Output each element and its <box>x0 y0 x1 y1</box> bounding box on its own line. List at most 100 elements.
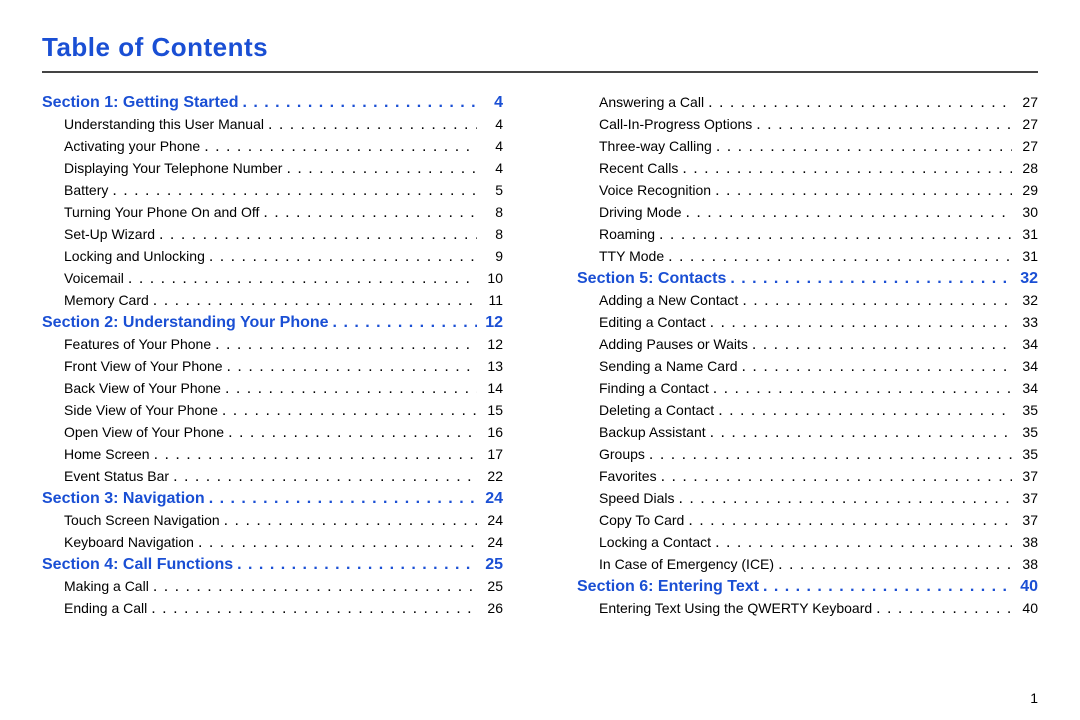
toc-section[interactable]: Section 3: Navigation24 <box>42 491 503 507</box>
leader-dots <box>128 271 477 287</box>
toc-entry[interactable]: Battery5 <box>42 183 503 199</box>
toc-entry[interactable]: Entering Text Using the QWERTY Keyboard4… <box>577 601 1038 617</box>
toc-entry[interactable]: Memory Card11 <box>42 293 503 309</box>
toc-label: Sending a Name Card <box>599 359 738 373</box>
leader-dots <box>716 139 1012 155</box>
toc-label: Front View of Your Phone <box>64 359 223 373</box>
toc-label: Section 3: Navigation <box>42 491 205 507</box>
toc-page: 13 <box>481 359 503 373</box>
toc-page: 28 <box>1016 161 1038 175</box>
toc-entry[interactable]: Front View of Your Phone 13 <box>42 359 503 375</box>
toc-entry[interactable]: Locking and Unlocking9 <box>42 249 503 265</box>
toc-entry[interactable]: Groups35 <box>577 447 1038 463</box>
toc-label: Keyboard Navigation <box>64 535 194 549</box>
toc-entry[interactable]: Editing a Contact33 <box>577 315 1038 331</box>
toc-entry[interactable]: Turning Your Phone On and Off8 <box>42 205 503 221</box>
toc-page: 4 <box>481 161 503 175</box>
toc-page: 37 <box>1016 513 1038 527</box>
toc-entry[interactable]: Activating your Phone4 <box>42 139 503 155</box>
toc-entry[interactable]: Answering a Call27 <box>577 95 1038 111</box>
toc-entry[interactable]: Voice Recognition29 <box>577 183 1038 199</box>
leader-dots <box>209 249 477 265</box>
leader-dots <box>286 161 477 177</box>
leader-dots <box>715 183 1012 199</box>
toc-label: Locking a Contact <box>599 535 711 549</box>
toc-entry[interactable]: Making a Call25 <box>42 579 503 595</box>
toc-entry[interactable]: Home Screen17 <box>42 447 503 463</box>
leader-dots <box>228 425 477 441</box>
toc-entry[interactable]: In Case of Emergency (ICE)38 <box>577 557 1038 573</box>
leader-dots <box>718 403 1012 419</box>
toc-entry[interactable]: Keyboard Navigation 24 <box>42 535 503 551</box>
toc-entry[interactable]: Locking a Contact38 <box>577 535 1038 551</box>
toc-entry[interactable]: Ending a Call26 <box>42 601 503 617</box>
title-rule <box>42 71 1038 73</box>
toc-entry[interactable]: Touch Screen Navigation24 <box>42 513 503 529</box>
toc-section[interactable]: Section 1: Getting Started4 <box>42 95 503 111</box>
leader-dots <box>710 315 1012 331</box>
toc-page: 16 <box>481 425 503 439</box>
toc-label: Touch Screen Navigation <box>64 513 220 527</box>
toc-page: 4 <box>481 117 503 131</box>
leader-dots <box>154 447 477 463</box>
toc-entry[interactable]: Speed Dials37 <box>577 491 1038 507</box>
toc-label: Roaming <box>599 227 655 241</box>
leader-dots <box>333 315 477 331</box>
toc-entry[interactable]: Copy To Card 37 <box>577 513 1038 529</box>
toc-page: 11 <box>481 293 503 307</box>
toc-entry[interactable]: Displaying Your Telephone Number 4 <box>42 161 503 177</box>
toc-page: 33 <box>1016 315 1038 329</box>
toc-entry[interactable]: Side View of Your Phone15 <box>42 403 503 419</box>
toc-entry[interactable]: Voicemail10 <box>42 271 503 287</box>
toc-entry[interactable]: Set-Up Wizard8 <box>42 227 503 243</box>
toc-page: 9 <box>481 249 503 263</box>
toc-page: 32 <box>1016 293 1038 307</box>
leader-dots <box>159 227 477 243</box>
toc-entry[interactable]: Open View of Your Phone16 <box>42 425 503 441</box>
toc-entry[interactable]: Adding Pauses or Waits34 <box>577 337 1038 353</box>
leader-dots <box>209 491 477 507</box>
toc-label: Features of Your Phone <box>64 337 211 351</box>
toc-entry[interactable]: Sending a Name Card34 <box>577 359 1038 375</box>
toc-entry[interactable]: Three-way Calling27 <box>577 139 1038 155</box>
toc-page: 40 <box>1016 579 1038 595</box>
toc-entry[interactable]: Call-In-Progress Options27 <box>577 117 1038 133</box>
toc-section[interactable]: Section 5: Contacts32 <box>577 271 1038 287</box>
toc-entry[interactable]: Back View of Your Phone14 <box>42 381 503 397</box>
toc-label: Activating your Phone <box>64 139 200 153</box>
toc-label: Copy To Card <box>599 513 684 527</box>
toc-page: 25 <box>481 557 503 573</box>
toc-entry[interactable]: Driving Mode30 <box>577 205 1038 221</box>
leader-dots <box>225 381 477 397</box>
toc-entry[interactable]: Deleting a Contact35 <box>577 403 1038 419</box>
leader-dots <box>715 535 1012 551</box>
toc-entry[interactable]: Understanding this User Manual 4 <box>42 117 503 133</box>
toc-label: Understanding this User Manual <box>64 117 264 131</box>
toc-page: 27 <box>1016 117 1038 131</box>
toc-entry[interactable]: TTY Mode31 <box>577 249 1038 265</box>
toc-section[interactable]: Section 4: Call Functions25 <box>42 557 503 573</box>
toc-entry[interactable]: Finding a Contact34 <box>577 381 1038 397</box>
leader-dots <box>668 249 1012 265</box>
toc-entry[interactable]: Features of Your Phone12 <box>42 337 503 353</box>
toc-label: Backup Assistant <box>599 425 706 439</box>
toc-section[interactable]: Section 6: Entering Text40 <box>577 579 1038 595</box>
toc-entry[interactable]: Backup Assistant35 <box>577 425 1038 441</box>
leader-dots <box>153 293 477 309</box>
leader-dots <box>649 447 1012 463</box>
leader-dots <box>688 513 1012 529</box>
toc-entry[interactable]: Recent Calls28 <box>577 161 1038 177</box>
toc-page: 24 <box>481 535 503 549</box>
leader-dots <box>224 513 477 529</box>
toc-label: Home Screen <box>64 447 150 461</box>
toc-entry[interactable]: Roaming31 <box>577 227 1038 243</box>
toc-page: 31 <box>1016 249 1038 263</box>
toc-entry[interactable]: Favorites37 <box>577 469 1038 485</box>
toc-entry[interactable]: Event Status Bar22 <box>42 469 503 485</box>
toc-section[interactable]: Section 2: Understanding Your Phone12 <box>42 315 503 331</box>
leader-dots <box>227 359 477 375</box>
toc-page: 8 <box>481 227 503 241</box>
leader-dots <box>876 601 1012 617</box>
toc-entry[interactable]: Adding a New Contact32 <box>577 293 1038 309</box>
toc-label: Displaying Your Telephone Number <box>64 161 282 175</box>
